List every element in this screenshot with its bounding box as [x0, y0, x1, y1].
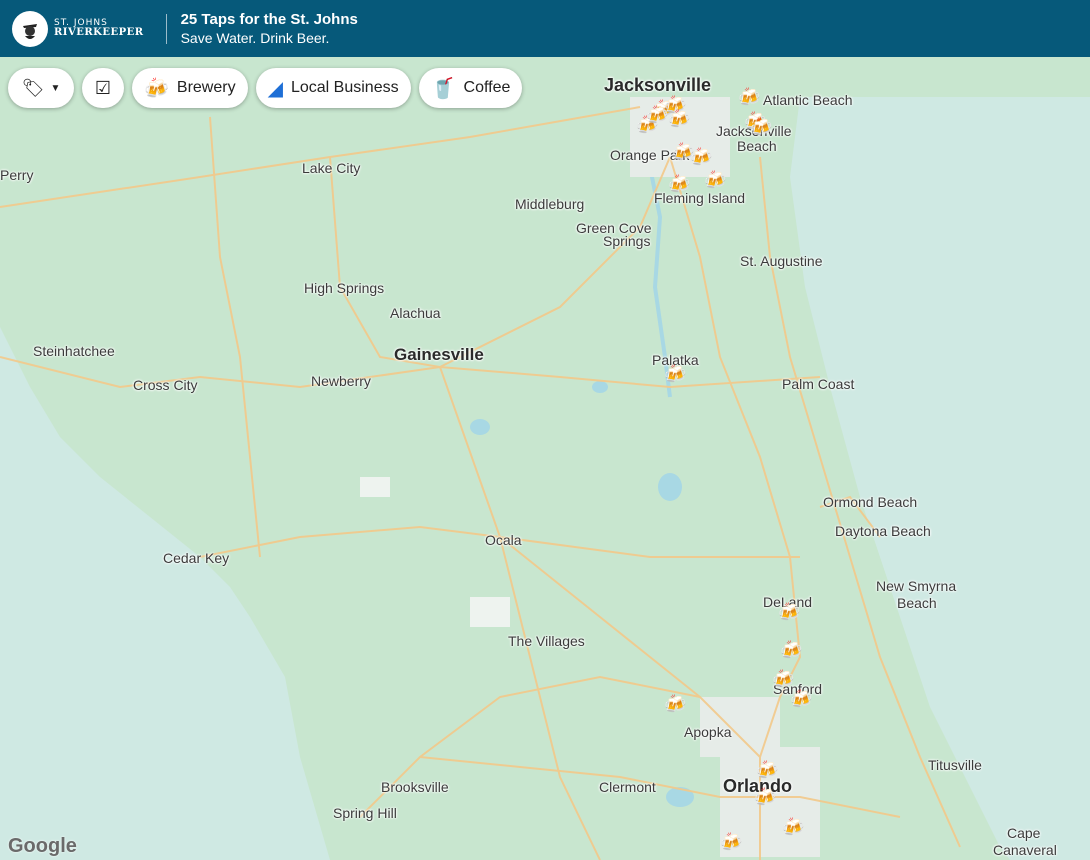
place-label: Ormond Beach	[823, 494, 918, 510]
beer-mug-icon[interactable]: 🍻	[778, 602, 800, 622]
brewery-filter-chip[interactable]: 🍻 Brewery	[132, 68, 248, 108]
beer-mug-icon[interactable]: 🍻	[750, 117, 772, 137]
place-label: St. Augustine	[740, 253, 823, 269]
place-label: Middleburg	[515, 196, 585, 212]
place-label: Atlantic Beach	[763, 92, 853, 108]
place-label: Spring Hill	[333, 805, 397, 821]
place-label: Cape	[1007, 825, 1041, 841]
local-business-label: Local Business	[290, 79, 399, 96]
place-label: New Smyrna	[876, 578, 957, 594]
place-label: Brooksville	[381, 779, 449, 795]
tag-icon: 🏷	[21, 77, 45, 98]
logo-big-text: RIVERKEEPER	[54, 27, 144, 38]
florida-icon: ◢	[267, 77, 283, 100]
header-divider	[165, 13, 167, 44]
place-label: Springs	[603, 233, 651, 249]
place-label: Titusville	[928, 757, 982, 773]
beer-mug-icon[interactable]: 🍻	[780, 640, 802, 660]
chevron-down-icon: ▼	[50, 82, 61, 94]
check-bubble-icon: ☑	[94, 77, 112, 98]
place-label: Canaveral	[993, 842, 1057, 858]
page-subtitle: Save Water. Drink Beer.	[180, 30, 330, 46]
place-label: Cedar Key	[163, 550, 230, 566]
map-canvas[interactable]: Jacksonville Atlantic Beach Jacksonville Be…	[0, 57, 1090, 860]
beer-mug-icon[interactable]: 🍻	[646, 105, 668, 125]
beer-mug-icon[interactable]: 🍻	[690, 147, 712, 167]
place-label: Cross City	[133, 377, 198, 393]
google-attribution[interactable]: Google	[8, 835, 77, 858]
place-label: Apopka	[684, 724, 732, 740]
place-label: Jacksonville	[604, 75, 712, 95]
place-label: Steinhatchee	[33, 343, 115, 359]
place-label: The Villages	[508, 633, 585, 649]
beer-mug-icon[interactable]: 🍻	[720, 832, 742, 852]
coffee-label: Coffee	[463, 79, 511, 96]
place-label: Daytona Beach	[835, 523, 931, 539]
beer-mug-icon[interactable]: 🍻	[738, 87, 760, 107]
beer-mug-icon[interactable]: 🍻	[782, 817, 804, 837]
place-label: Lake City	[302, 160, 361, 176]
tag-filter-dropdown[interactable]: 🏷 ▼	[8, 68, 74, 108]
beer-mug-icon[interactable]: 🍻	[664, 364, 686, 384]
place-label: High Springs	[304, 280, 385, 296]
beer-mug-icon[interactable]: 🍻	[772, 669, 794, 689]
app-header: ST. JOHNS RIVERKEEPER 25 Taps for the St…	[0, 0, 1090, 57]
place-label: Clermont	[599, 779, 656, 795]
coffee-cup-icon: 🥤	[430, 77, 456, 100]
beer-mug-icon[interactable]: 🍻	[664, 694, 686, 714]
beer-mug-icon[interactable]: 🍻	[668, 109, 690, 129]
beer-mug-icon[interactable]: 🍻	[754, 787, 776, 807]
brewery-label: Brewery	[176, 79, 236, 96]
beer-mug-icon[interactable]: 🍻	[668, 174, 690, 194]
check-filter-button[interactable]: ☑	[82, 68, 124, 108]
place-label: Perry	[0, 167, 34, 183]
beer-mug-icon: 🍻	[144, 77, 169, 100]
place-label: Ocala	[485, 532, 522, 548]
beer-mug-icon[interactable]: 🍻	[704, 170, 726, 190]
coffee-filter-chip[interactable]: 🥤 Coffee	[418, 68, 523, 108]
place-label: Beach	[897, 595, 937, 611]
beer-mug-icon[interactable]: 🍻	[756, 760, 778, 780]
beer-mug-icon[interactable]: 🍻	[790, 689, 812, 709]
place-label: Alachua	[390, 305, 441, 321]
place-label: Palm Coast	[782, 376, 855, 392]
page-title: 25 Taps for the St. Johns	[180, 11, 358, 28]
place-label: Beach	[737, 138, 777, 154]
place-label: Newberry	[311, 373, 371, 389]
place-label: Gainesville	[394, 345, 484, 364]
logo-emblem-icon	[12, 10, 48, 47]
riverkeeper-logo[interactable]: ST. JOHNS RIVERKEEPER	[12, 10, 144, 47]
map-base	[0, 57, 1090, 860]
filter-bar: 🏷 ▼ ☑ 🍻 Brewery ◢ Local Business 🥤 Coffe…	[8, 68, 523, 108]
local-business-filter-chip[interactable]: ◢ Local Business	[255, 68, 411, 108]
